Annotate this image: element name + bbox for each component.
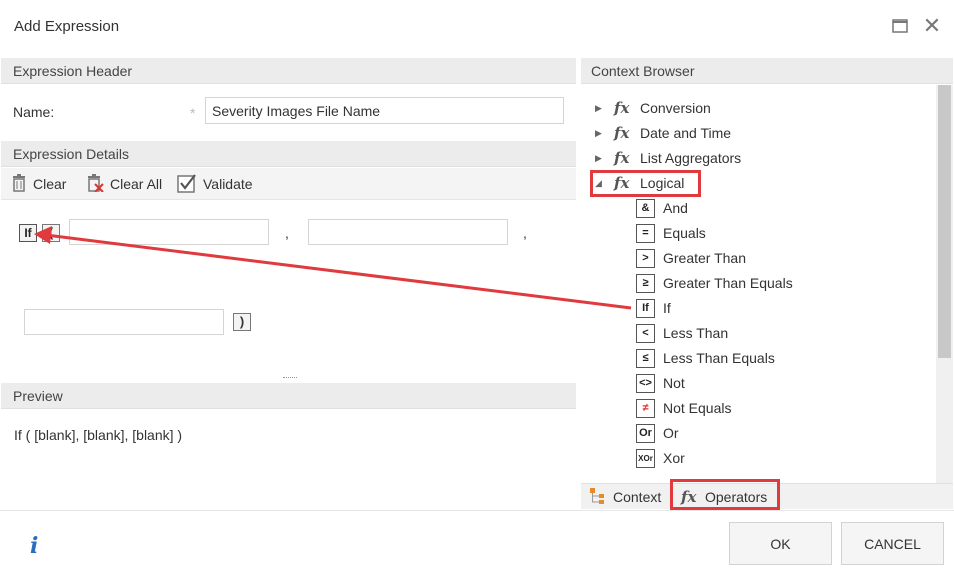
operator-label: If xyxy=(663,300,671,316)
argument-separator: , xyxy=(523,225,527,241)
validate-button[interactable]: Validate xyxy=(177,173,253,195)
argument-separator: , xyxy=(285,225,289,241)
operator-greater-than[interactable]: > Greater Than xyxy=(636,247,746,269)
maximize-icon[interactable] xyxy=(890,16,910,36)
name-input[interactable] xyxy=(205,97,564,124)
context-browser-pane: Context Browser ▶ fx Conversion ▶ fx Dat… xyxy=(581,58,953,509)
less-than-icon: < xyxy=(636,323,655,343)
operator-and[interactable]: & And xyxy=(636,197,688,219)
operators-tree: ▶ fx Conversion ▶ fx Date and Time ▶ fx … xyxy=(581,85,936,483)
ampersand-icon: & xyxy=(636,198,655,218)
cancel-button[interactable]: CANCEL xyxy=(841,522,944,565)
function-icon: fx xyxy=(614,99,630,117)
tab-context-label: Context xyxy=(613,489,662,505)
details-toolbar: Clear Clear All Validate xyxy=(1,168,576,200)
preview-text: If ( [blank], [blank], [blank] ) xyxy=(14,427,183,443)
dialog-titlebar: Add Expression ✕ xyxy=(0,0,954,56)
operator-less-than-equals[interactable]: ≤ Less Than Equals xyxy=(636,347,775,369)
tab-context[interactable]: Context xyxy=(589,486,661,508)
dialog-footer: i OK CANCEL xyxy=(0,510,954,575)
close-icon[interactable]: ✕ xyxy=(922,15,942,37)
operator-if[interactable]: If If xyxy=(636,297,671,319)
trash-icon xyxy=(11,173,27,195)
close-paren-icon: ) xyxy=(233,313,251,331)
operator-xor[interactable]: XOr Xor xyxy=(636,447,685,469)
tree-category-label: Date and Time xyxy=(640,125,732,141)
operator-label: Equals xyxy=(663,225,706,241)
operator-label: Or xyxy=(663,425,679,441)
function-icon: fx xyxy=(614,124,630,142)
required-icon: * xyxy=(190,105,196,121)
operator-label: And xyxy=(663,200,688,216)
checkbox-check-icon xyxy=(177,173,197,196)
clear-button[interactable]: Clear xyxy=(11,173,66,195)
operator-label: Greater Than xyxy=(663,250,747,266)
expand-arrow-icon[interactable]: ▶ xyxy=(595,103,605,114)
operator-label: Less Than xyxy=(663,325,729,341)
operator-not-equals[interactable]: ≠ Not Equals xyxy=(636,397,731,419)
operator-label: Xor xyxy=(663,450,685,466)
expand-arrow-icon[interactable]: ▶ xyxy=(595,128,605,139)
expression-editor-pane: Expression Header Name: * Expression Det… xyxy=(1,58,576,509)
name-row: Name: * xyxy=(1,88,576,136)
greater-than-equals-icon: ≥ xyxy=(636,273,655,293)
operator-label: Not xyxy=(663,375,685,391)
trash-x-icon xyxy=(86,173,104,195)
operator-label: Greater Than Equals xyxy=(663,275,793,291)
or-icon: Or xyxy=(636,423,655,443)
ok-button[interactable]: OK xyxy=(729,522,832,565)
operator-equals[interactable]: = Equals xyxy=(636,222,706,244)
operator-or[interactable]: Or Or xyxy=(636,422,679,444)
greater-than-icon: > xyxy=(636,248,655,268)
expression-builder-canvas: If ( , , ) xyxy=(1,201,576,376)
expand-arrow-icon[interactable]: ▶ xyxy=(595,153,605,164)
xor-icon: XOr xyxy=(636,448,655,468)
clear-all-label: Clear All xyxy=(110,176,163,192)
expression-header-title: Expression Header xyxy=(1,58,576,84)
tree-scrollbar[interactable] xyxy=(936,85,953,483)
equals-icon: = xyxy=(636,223,655,243)
name-label: Name: xyxy=(13,104,55,120)
less-than-equals-icon: ≤ xyxy=(636,348,655,368)
argument-3-dropzone[interactable] xyxy=(24,309,224,335)
logical-highlight-box xyxy=(590,170,701,197)
operators-tab-highlight-box xyxy=(670,479,780,510)
not-icon: <> xyxy=(636,373,655,393)
tree-category-label: List Aggregators xyxy=(640,150,742,166)
scrollbar-thumb[interactable] xyxy=(938,85,951,358)
operator-less-than[interactable]: < Less Than xyxy=(636,322,728,344)
argument-2-dropzone[interactable] xyxy=(308,219,508,245)
tree-category-label: Conversion xyxy=(640,100,711,116)
tree-category-conversion[interactable]: ▶ fx Conversion xyxy=(595,97,711,119)
expression-details-title: Expression Details xyxy=(1,141,576,167)
operator-not[interactable]: <> Not xyxy=(636,372,685,394)
clear-label: Clear xyxy=(33,176,67,192)
tree-category-date-and-time[interactable]: ▶ fx Date and Time xyxy=(595,122,731,144)
info-icon[interactable]: i xyxy=(30,533,38,559)
preview-title: Preview xyxy=(1,383,576,409)
dialog-title: Add Expression xyxy=(14,18,120,35)
not-equals-icon: ≠ xyxy=(636,398,655,418)
splitter-grip[interactable] xyxy=(283,377,297,379)
tree-category-list-aggregators[interactable]: ▶ fx List Aggregators xyxy=(595,147,741,169)
function-icon: fx xyxy=(614,149,630,167)
clear-all-button[interactable]: Clear All xyxy=(86,173,162,195)
if-function-icon[interactable]: If xyxy=(19,224,37,242)
operator-label: Less Than Equals xyxy=(663,350,775,366)
argument-1-dropzone[interactable] xyxy=(69,219,269,245)
open-paren-icon: ( xyxy=(42,224,60,242)
if-icon: If xyxy=(636,298,655,318)
operator-greater-than-equals[interactable]: ≥ Greater Than Equals xyxy=(636,272,793,294)
context-browser-title: Context Browser xyxy=(581,58,953,84)
operator-label: Not Equals xyxy=(663,400,732,416)
validate-label: Validate xyxy=(203,176,253,192)
hierarchy-icon xyxy=(589,487,607,508)
